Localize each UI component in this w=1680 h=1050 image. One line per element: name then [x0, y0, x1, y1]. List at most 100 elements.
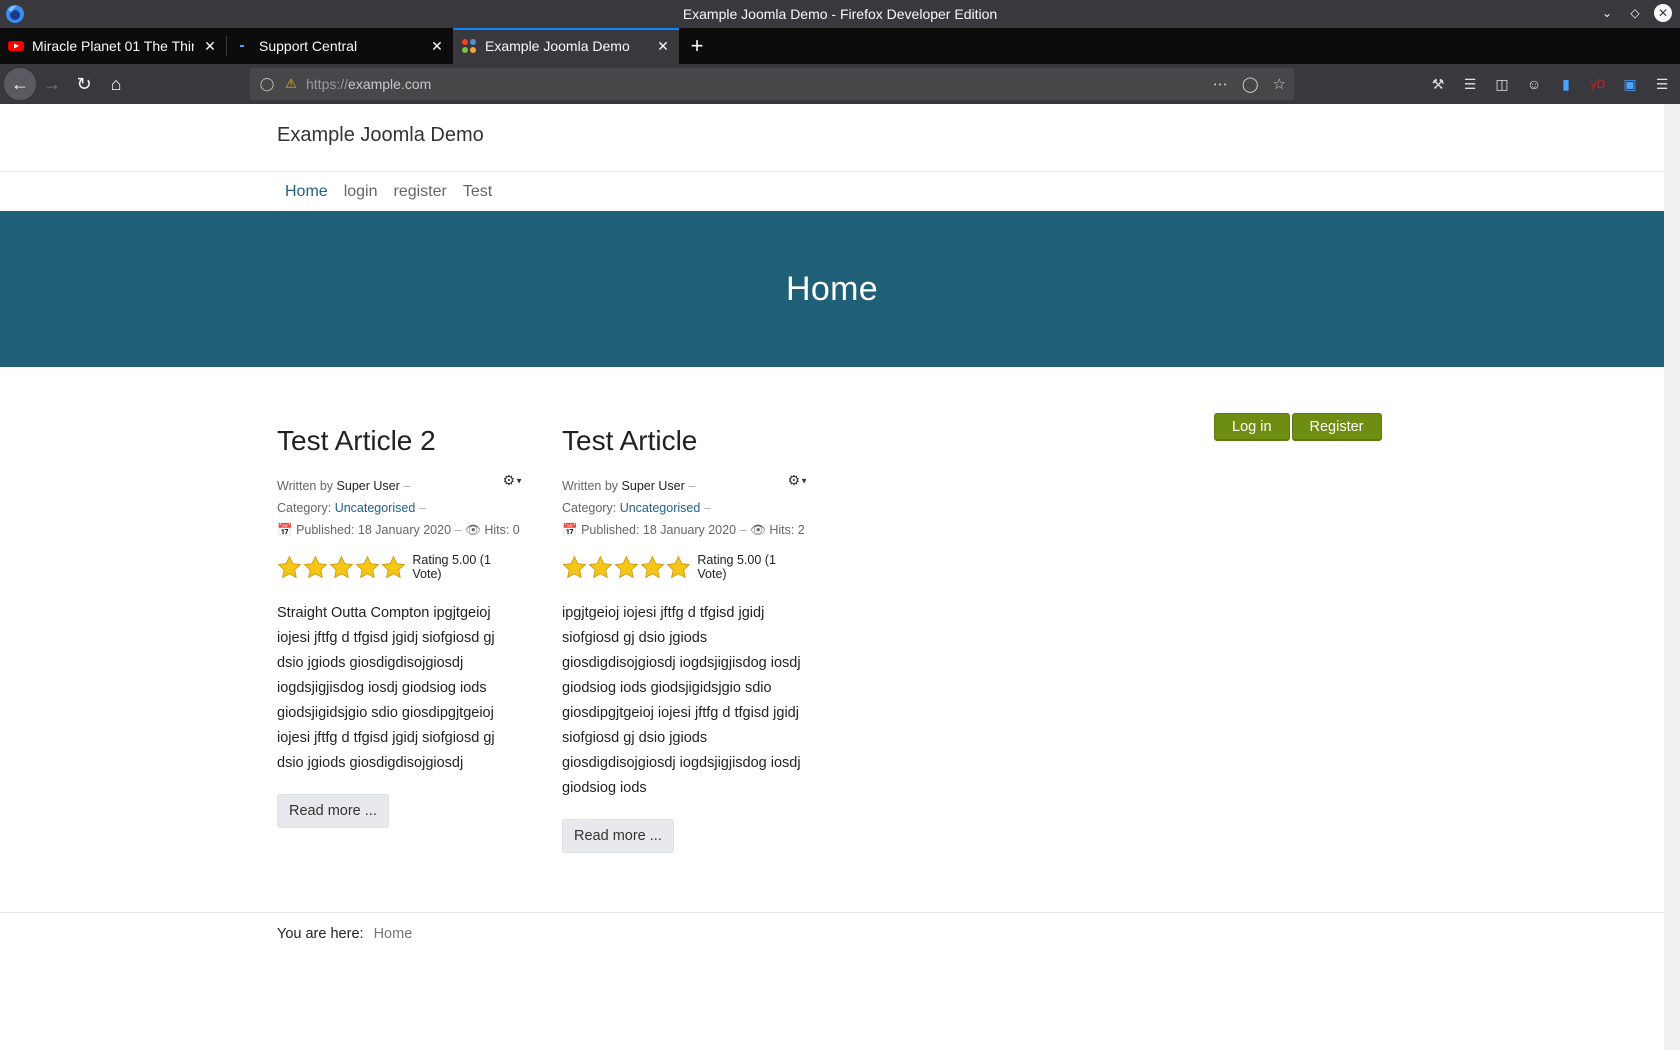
yd-extension-icon[interactable]: yD: [1586, 72, 1610, 96]
menu-item-home[interactable]: Home: [277, 183, 336, 201]
breadcrumb: You are here: Home: [277, 926, 412, 942]
maximize-icon[interactable]: ◇: [1626, 4, 1644, 22]
star-icon[interactable]: [355, 555, 380, 580]
url-bar[interactable]: ◯ ⚠ https://example.com ⋯ ◯ ☆: [250, 68, 1294, 100]
breadcrumb-label: You are here:: [277, 926, 364, 942]
wrench-icon[interactable]: ⚒: [1426, 72, 1450, 96]
star-icon[interactable]: [640, 555, 665, 580]
window-controls: ⌄ ◇ ✕: [1598, 4, 1672, 22]
gear-icon[interactable]: ⚙▼: [788, 469, 808, 492]
login-button[interactable]: Log in: [1214, 413, 1290, 441]
meta-separator: –: [418, 501, 426, 515]
forward-button[interactable]: →: [36, 68, 68, 100]
star-icon[interactable]: [329, 555, 354, 580]
save-extension-icon[interactable]: ▣: [1618, 72, 1642, 96]
star-icon[interactable]: [666, 555, 691, 580]
login-module: Log in Register: [1214, 413, 1382, 441]
written-by-label: Written by: [562, 479, 619, 493]
menu-item-register[interactable]: register: [386, 183, 455, 201]
meta-separator: –: [403, 479, 411, 493]
star-icon[interactable]: [303, 555, 328, 580]
article-title[interactable]: Test Article: [562, 425, 808, 457]
sidebar-icon[interactable]: ◫: [1490, 72, 1514, 96]
author-name: Super User: [621, 479, 685, 493]
page-scrollbar[interactable]: [1664, 104, 1680, 1050]
close-tab-icon[interactable]: ✕: [655, 38, 671, 54]
close-tab-icon[interactable]: ✕: [429, 38, 445, 54]
back-button[interactable]: ←: [4, 68, 36, 100]
bookmark-star-icon[interactable]: ☆: [1273, 75, 1286, 93]
meta-separator: –: [703, 501, 711, 515]
account-icon[interactable]: ☺: [1522, 72, 1546, 96]
hits-count: Hits: 2: [769, 523, 805, 537]
star-icon[interactable]: [381, 555, 406, 580]
site-header: Example Joomla Demo: [0, 104, 1664, 172]
library-icon[interactable]: ☰: [1458, 72, 1482, 96]
youtube-icon: [8, 41, 24, 51]
minimize-icon[interactable]: ⌄: [1598, 4, 1616, 22]
breadcrumb-current: Home: [373, 926, 413, 942]
menu-item-login[interactable]: login: [336, 183, 386, 201]
meta-separator: –: [454, 523, 462, 537]
published-date: Published: 18 January 2020: [581, 523, 737, 537]
register-button[interactable]: Register: [1291, 413, 1382, 441]
menu-item-test[interactable]: Test: [455, 183, 500, 201]
url-scheme: https://: [306, 76, 349, 92]
main-content: Test Article 2 ⚙▼ Written by Super User …: [0, 367, 1664, 912]
category-label: Category:: [277, 501, 332, 515]
star-icon[interactable]: [614, 555, 639, 580]
url-text[interactable]: https://example.com: [306, 76, 1213, 92]
tab-label: Example Joomla Demo: [485, 38, 630, 54]
article-card: Test Article ⚙▼ Written by Super User – …: [562, 425, 808, 853]
tab-example-joomla-demo[interactable]: Example Joomla Demo ✕: [453, 28, 679, 64]
url-actions: ⋯ ◯ ☆: [1213, 75, 1286, 93]
article-meta: ⚙▼ Written by Super User – Category: Unc…: [277, 472, 523, 541]
meta-author-line: Written by Super User –: [562, 475, 808, 497]
calendar-icon: 📅: [562, 523, 578, 537]
meta-separator: –: [739, 523, 747, 537]
hamburger-menu-icon[interactable]: ☰: [1650, 72, 1674, 96]
new-tab-button[interactable]: +: [679, 28, 715, 64]
category-link[interactable]: Uncategorised: [335, 501, 416, 515]
pocket-icon[interactable]: ◯: [1242, 75, 1259, 93]
read-more-button[interactable]: Read more ...: [277, 794, 389, 828]
gear-icon[interactable]: ⚙▼: [503, 469, 523, 492]
author-name: Super User: [336, 479, 400, 493]
reload-button[interactable]: ↻: [68, 68, 100, 100]
page-hero: Home: [0, 211, 1664, 367]
star-icon[interactable]: [588, 555, 613, 580]
star-icon[interactable]: [562, 555, 587, 580]
close-tab-icon[interactable]: ✕: [202, 38, 218, 54]
joomla-icon: [462, 39, 476, 53]
toolbar-right: ⚒ ☰ ◫ ☺ ▮ yD ▣ ☰: [1426, 68, 1674, 100]
tab-support-central[interactable]: Support Central ✕: [227, 28, 453, 64]
breadcrumb-bar: You are here: Home: [0, 912, 1664, 1050]
shield-icon[interactable]: ◯: [258, 75, 276, 93]
close-window-icon[interactable]: ✕: [1654, 4, 1672, 22]
site-title[interactable]: Example Joomla Demo: [277, 124, 484, 147]
tab-strip: Miracle Planet 01 The Third Planet ✕ Sup…: [0, 28, 1680, 64]
written-by-label: Written by: [277, 479, 334, 493]
tab-youtube[interactable]: Miracle Planet 01 The Third Planet ✕: [0, 28, 226, 64]
page-content: Example Joomla Demo Home login register …: [0, 104, 1664, 1050]
rating-text: Rating 5.00 (1 Vote): [697, 553, 776, 581]
meta-published-line: 📅 Published: 18 January 2020 – 👁 Hits: 2: [562, 519, 808, 541]
url-host: example.com: [348, 76, 432, 92]
navigation-toolbar: ← → ↻ ⌂ ◯ ⚠ https://example.com ⋯ ◯ ☆ ⚒ …: [0, 64, 1680, 104]
article-intro: Straight Outta Compton ipgjtgeioj iojesi…: [277, 605, 495, 771]
page-actions-icon[interactable]: ⋯: [1213, 75, 1228, 93]
star-icon[interactable]: [277, 555, 302, 580]
extension-icon[interactable]: ▮: [1554, 72, 1578, 96]
main-menu: Home login register Test: [0, 172, 1664, 211]
category-link[interactable]: Uncategorised: [620, 501, 701, 515]
read-more-button[interactable]: Read more ...: [562, 819, 674, 853]
eye-icon: 👁: [464, 523, 481, 537]
window-title: Example Joomla Demo - Firefox Developer …: [682, 6, 998, 22]
eye-icon: 👁: [749, 523, 766, 537]
article-title[interactable]: Test Article 2: [277, 425, 523, 457]
insecure-lock-icon[interactable]: ⚠: [282, 75, 300, 93]
firefox-icon: [6, 5, 24, 23]
article-intro: ipgjtgeioj iojesi jftfg d tfgisd jgidj s…: [562, 605, 801, 796]
window-titlebar: Example Joomla Demo - Firefox Developer …: [0, 0, 1680, 28]
home-button[interactable]: ⌂: [100, 68, 132, 100]
